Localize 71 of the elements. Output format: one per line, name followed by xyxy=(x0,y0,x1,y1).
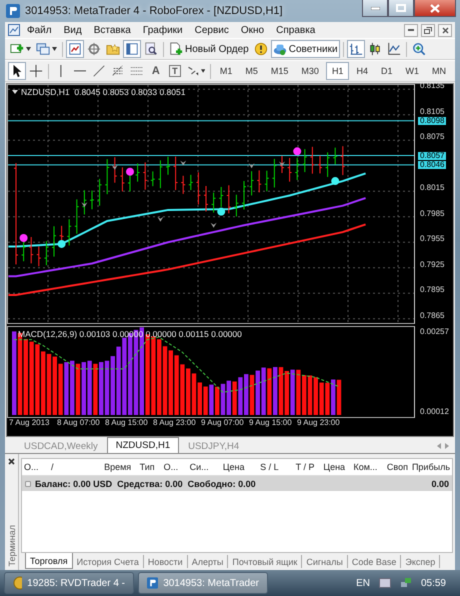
column-header[interactable]: Цена xyxy=(316,462,348,472)
terminal-tab[interactable]: Сигналы xyxy=(302,555,348,568)
terminal-tab[interactable]: История Счета xyxy=(72,555,144,568)
price-label: 0.7865 xyxy=(420,312,444,320)
menu-item[interactable]: Графики xyxy=(138,24,188,36)
timeframe-button[interactable]: W1 xyxy=(399,62,425,80)
terminal-tab[interactable]: Алерты xyxy=(188,555,228,568)
clock[interactable]: 05:59 xyxy=(420,578,446,588)
time-label: 8 Aug 23:00 xyxy=(153,418,197,429)
price-label: 0.8105 xyxy=(420,108,444,116)
time-label: 9 Aug 07:00 xyxy=(201,418,245,429)
menu-item[interactable]: Вид xyxy=(58,24,87,36)
price-label: 0.7925 xyxy=(420,260,444,269)
column-header[interactable]: Цена xyxy=(210,462,247,472)
terminal-tab[interactable]: Торговля xyxy=(25,553,73,569)
taskbar-button[interactable]: 19285: RVDTrader 4 - xyxy=(4,572,134,594)
timeframe-button[interactable]: M5 xyxy=(239,62,264,80)
timeframe-button[interactable]: MN xyxy=(426,62,452,80)
chart-header: NZDUSD,H1 0.8045 0.8053 0.8033 0.8051 xyxy=(21,87,186,97)
timeframe-button[interactable]: H1 xyxy=(326,62,350,80)
text-tool-button[interactable]: A xyxy=(146,62,165,80)
price-label: 0.8075 xyxy=(420,133,444,142)
terminal-tab[interactable]: Новости xyxy=(144,555,188,568)
balance-text: Баланс: 0.00 USD Средства: 0.00 Свободно: 0.00 xyxy=(35,478,256,488)
time-label: 8 Aug 15:00 xyxy=(105,418,149,429)
menu-item[interactable]: Вставка xyxy=(88,24,136,36)
panel-title: Терминал xyxy=(6,524,16,566)
column-header[interactable]: Си... xyxy=(180,462,211,472)
price-label: 0.7895 xyxy=(420,286,444,294)
terminal-tab[interactable]: Почтовый ящик xyxy=(228,555,302,568)
price-label: 0.8015 xyxy=(420,184,444,192)
price-label: 0.7955 xyxy=(420,235,444,244)
timeframe-button[interactable]: M30 xyxy=(295,62,325,80)
menu-item[interactable]: Файл xyxy=(22,24,57,36)
price-level-label: 0.8098 xyxy=(418,116,446,125)
terminal-tab[interactable]: Экспер xyxy=(401,555,440,568)
column-header[interactable]: / xyxy=(49,462,74,472)
column-header[interactable]: Ком... xyxy=(347,462,380,472)
price-level-label: 0.8046 xyxy=(418,160,446,169)
experts-button[interactable]: Советники xyxy=(270,40,340,58)
column-header[interactable]: Прибыль xyxy=(410,462,452,472)
column-header[interactable]: О... xyxy=(22,462,50,472)
timeframe-button[interactable]: H4 xyxy=(350,62,374,80)
column-header[interactable]: О... xyxy=(156,462,180,472)
timeframe-button[interactable]: D1 xyxy=(374,62,398,80)
macd-axis-label: 0.00012 xyxy=(420,408,449,416)
column-header[interactable]: Тип xyxy=(133,462,157,472)
profit-value: 0.00 xyxy=(431,478,449,488)
price-label: 0.8135 xyxy=(420,82,444,90)
column-header[interactable]: S / L xyxy=(246,462,281,472)
menu-item[interactable]: Справка xyxy=(271,24,320,36)
column-header[interactable]: Своп xyxy=(379,462,410,472)
timeframe-button[interactable]: M15 xyxy=(264,62,294,80)
timeframe-button[interactable]: M1 xyxy=(214,62,238,80)
macd-axis-label: 0.00257 xyxy=(420,328,449,336)
price-label: 0.7985 xyxy=(420,210,444,218)
time-label: 9 Aug 23:00 xyxy=(297,418,341,429)
menu-item[interactable]: Сервис xyxy=(190,24,234,36)
language-indicator[interactable]: EN xyxy=(356,578,370,588)
menu-item[interactable]: Окно xyxy=(236,24,270,36)
chart-tab[interactable]: NZDUSD,H1 xyxy=(106,437,180,453)
time-label: 7 Aug 2013 xyxy=(9,418,50,429)
terminal-tab[interactable]: Code Base xyxy=(348,555,402,568)
new-order-button[interactable]: Новый Ордер xyxy=(167,40,251,58)
window-title: 3014953: MetaTrader 4 - RoboForex - [NZDUSD,H1] xyxy=(25,5,284,17)
time-label: 9 Aug 15:00 xyxy=(249,418,293,429)
column-header[interactable]: Время xyxy=(74,462,134,472)
column-header[interactable]: T / P xyxy=(280,462,316,472)
time-label: 8 Aug 07:00 xyxy=(57,418,101,429)
text-label-tool-button[interactable]: T xyxy=(166,62,184,80)
price-level-label: 0.8057 xyxy=(418,152,446,160)
